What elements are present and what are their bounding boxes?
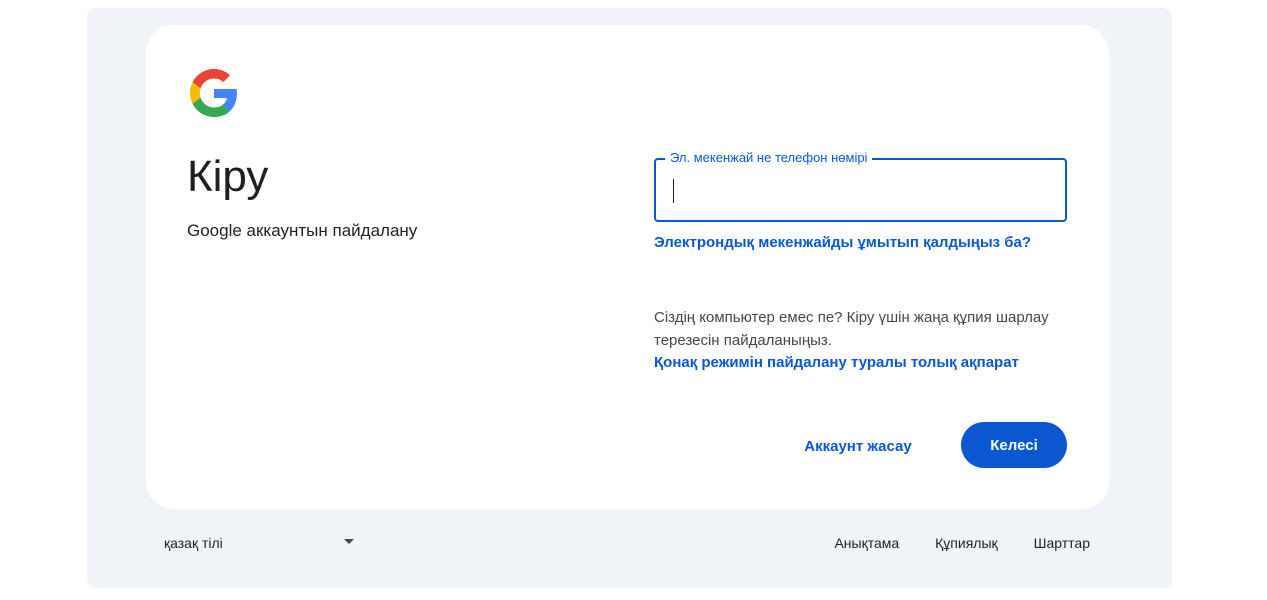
google-logo-icon [190,69,237,117]
terms-link[interactable]: Шарттар [1034,535,1090,551]
forgot-email-link[interactable]: Электрондық мекенжайды ұмытып қалдыңыз б… [654,234,1031,251]
page-subtitle: Google аккаунтын пайдалану [187,221,418,240]
privacy-link[interactable]: Құпиялық [935,535,998,551]
email-field[interactable]: Эл. мекенжай не телефон нөмірі [654,150,1067,222]
language-label: қазақ тілі [164,535,223,551]
footer-links: Анықтама Құпиялық Шарттар [834,535,1090,551]
email-input[interactable] [670,178,1050,204]
page-title: Кіру [187,152,269,201]
next-button[interactable]: Келесі [961,422,1067,468]
guest-mode-text: Сіздің компьютер емес пе? Кіру үшін жаңа… [654,309,1049,349]
text-caret [673,179,674,203]
dropdown-arrow-icon [344,539,354,544]
guest-mode-link[interactable]: Қонақ режимін пайдалану туралы толық ақп… [654,354,1019,371]
language-select[interactable]: қазақ тілі [164,535,364,557]
email-field-label: Эл. мекенжай не телефон нөмірі [665,150,873,166]
footer: қазақ тілі Анықтама Құпиялық Шарттар [146,530,1109,560]
help-link[interactable]: Анықтама [834,535,899,551]
signin-card: Кіру Google аккаунтын пайдалану Эл. меке… [146,25,1109,509]
page-background: Кіру Google аккаунтын пайдалану Эл. меке… [87,8,1172,588]
create-account-button[interactable]: Аккаунт жасау [782,424,934,468]
